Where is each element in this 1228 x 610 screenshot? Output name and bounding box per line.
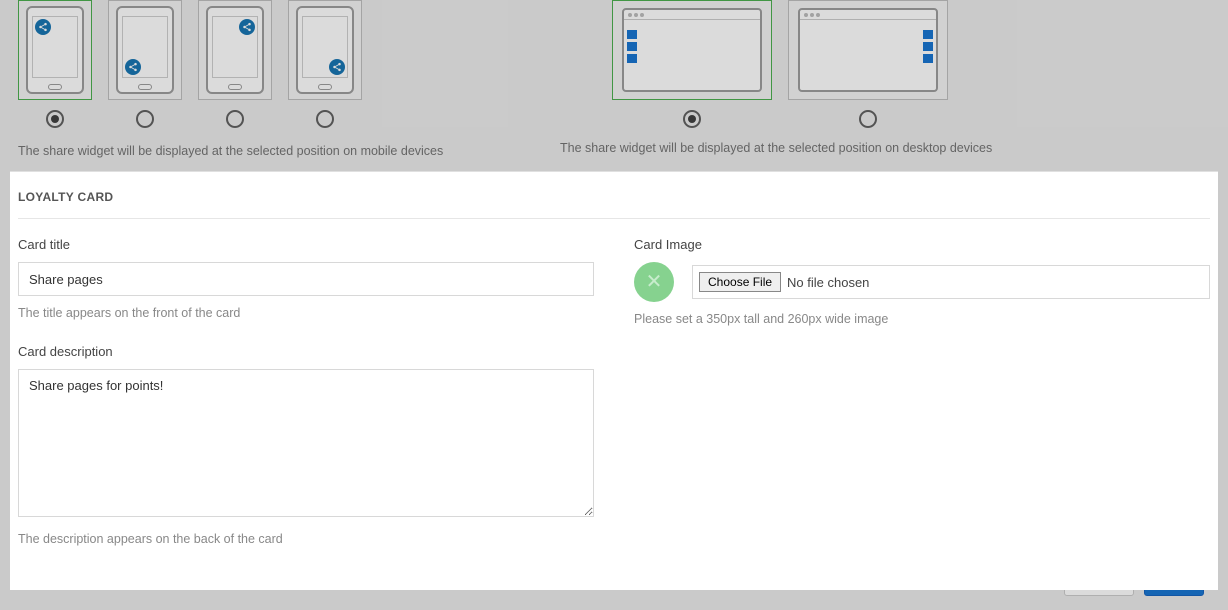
card-image-file-input[interactable]: Choose File No file chosen <box>692 265 1210 299</box>
share-icon <box>239 19 255 35</box>
share-icon <box>35 19 51 35</box>
card-image-hint: Please set a 350px tall and 260px wide i… <box>634 312 1210 326</box>
card-description-hint: The description appears on the back of t… <box>18 532 594 546</box>
x-icon: ✕ <box>646 272 663 292</box>
choose-file-button[interactable]: Choose File <box>699 272 781 292</box>
radio-selected[interactable] <box>683 110 701 128</box>
desktop-option-left[interactable] <box>612 0 772 138</box>
card-title-hint: The title appears on the front of the ca… <box>18 306 594 320</box>
loyalty-card-panel: LOYALTY CARD Card title The title appear… <box>10 171 1218 590</box>
mobile-option-top-right[interactable] <box>198 0 272 138</box>
card-description-textarea[interactable] <box>18 369 594 517</box>
radio[interactable] <box>226 110 244 128</box>
card-description-label: Card description <box>18 344 594 359</box>
radio[interactable] <box>316 110 334 128</box>
radio[interactable] <box>136 110 154 128</box>
section-title: LOYALTY CARD <box>18 190 1210 219</box>
card-image-label: Card Image <box>634 237 1210 252</box>
desktop-position-options <box>612 0 948 138</box>
radio-selected[interactable] <box>46 110 64 128</box>
desktop-option-right[interactable] <box>788 0 948 138</box>
mobile-option-bottom-right[interactable] <box>288 0 362 138</box>
card-title-label: Card title <box>18 237 594 252</box>
desktop-position-hint: The share widget will be displayed at th… <box>560 135 1228 171</box>
card-image-preview: ✕ <box>634 262 674 302</box>
mobile-position-options <box>18 0 362 138</box>
mobile-option-bottom-left[interactable] <box>108 0 182 138</box>
file-status-text: No file chosen <box>787 275 869 290</box>
radio[interactable] <box>859 110 877 128</box>
card-title-input[interactable] <box>18 262 594 296</box>
share-icon <box>329 59 345 75</box>
share-position-section <box>0 0 1228 138</box>
share-icon <box>125 59 141 75</box>
mobile-option-top-left[interactable] <box>18 0 92 138</box>
